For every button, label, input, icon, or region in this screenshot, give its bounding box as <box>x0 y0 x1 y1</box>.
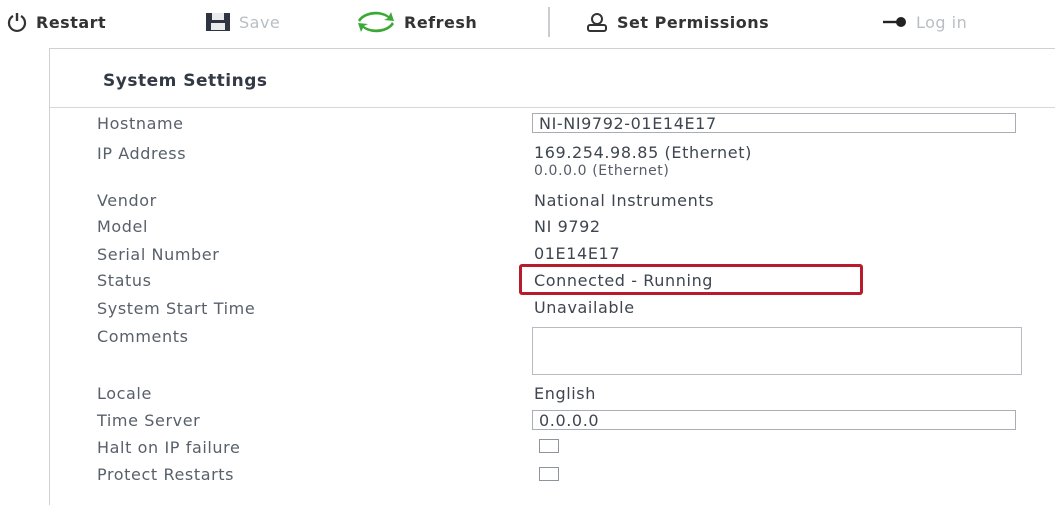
system-settings-panel: System Settings Hostname IP Address 169.… <box>49 48 1055 505</box>
login-label: Log in <box>916 12 968 32</box>
comments-field[interactable] <box>532 327 1022 375</box>
save-icon <box>205 11 231 33</box>
login-icon <box>882 14 908 30</box>
restart-button[interactable]: Restart <box>6 8 106 36</box>
set-permissions-button[interactable]: Set Permissions <box>585 8 769 36</box>
power-icon <box>6 11 28 33</box>
set-permissions-label: Set Permissions <box>617 12 770 32</box>
hostname-label: Hostname <box>97 114 184 133</box>
start-time-value: Unavailable <box>534 298 635 317</box>
refresh-button[interactable]: Refresh <box>356 8 477 36</box>
toolbar: Restart Save Refresh Set Permissions Log… <box>0 0 1055 44</box>
divider <box>50 107 1055 108</box>
toolbar-separator <box>548 7 550 37</box>
model-value: NI 9792 <box>534 217 601 236</box>
ip-address-label: IP Address <box>97 144 187 163</box>
permissions-icon <box>585 11 609 33</box>
vendor-value: National Instruments <box>534 191 715 210</box>
protect-restarts-checkbox[interactable] <box>539 467 559 481</box>
refresh-icon <box>356 10 396 34</box>
protect-restarts-label: Protect Restarts <box>97 465 235 484</box>
locale-value: English <box>534 384 596 403</box>
serial-number-label: Serial Number <box>97 245 220 264</box>
halt-on-ip-failure-checkbox[interactable] <box>539 439 559 453</box>
locale-label: Locale <box>97 384 152 403</box>
comments-label: Comments <box>97 327 189 346</box>
restart-label: Restart <box>36 12 107 32</box>
time-server-label: Time Server <box>97 411 201 430</box>
model-label: Model <box>97 217 149 236</box>
status-highlight-box <box>519 264 863 295</box>
ip-address-value-1: 169.254.98.85 (Ethernet) <box>534 143 752 162</box>
status-label: Status <box>97 271 152 290</box>
refresh-label: Refresh <box>404 12 478 32</box>
halt-on-ip-failure-label: Halt on IP failure <box>97 438 241 457</box>
save-button[interactable]: Save <box>205 8 280 36</box>
serial-number-value: 01E14E17 <box>534 244 621 263</box>
vendor-label: Vendor <box>97 191 157 210</box>
hostname-field[interactable] <box>532 113 1016 133</box>
save-label: Save <box>239 12 281 32</box>
time-server-field[interactable] <box>532 410 1016 430</box>
panel-title: System Settings <box>103 71 268 91</box>
login-button[interactable]: Log in <box>882 8 967 36</box>
ip-address-value-2: 0.0.0.0 (Ethernet) <box>534 163 670 179</box>
start-time-label: System Start Time <box>97 299 256 318</box>
